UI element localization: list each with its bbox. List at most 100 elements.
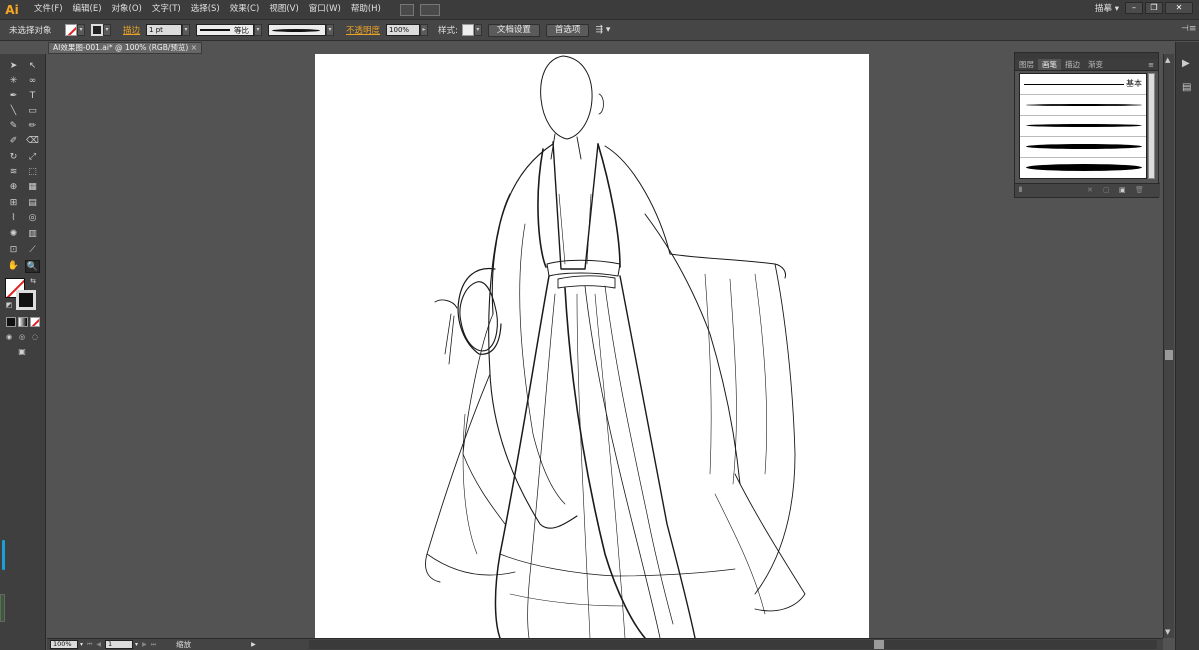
scroll-up-icon[interactable]: ▲ <box>1165 56 1170 64</box>
brush-item-basic[interactable]: 基本 <box>1020 74 1146 95</box>
opacity-panel-link[interactable]: 不透明度 <box>346 24 380 36</box>
brush-options-icon[interactable]: ▢ <box>1103 186 1110 194</box>
pencil-tool-icon[interactable]: ✏ <box>25 120 40 133</box>
brush-item-taper-3[interactable] <box>1020 137 1146 158</box>
first-page-icon[interactable]: ⏮ <box>87 641 92 649</box>
pen-tool-icon[interactable]: ✒ <box>6 90 21 103</box>
horizontal-scrollbar[interactable] <box>309 640 1157 649</box>
align-options-icon[interactable]: ⇶ ▾ <box>595 25 610 35</box>
menu-edit[interactable]: 编辑(E) <box>68 0 107 19</box>
document-info-icon[interactable]: ▤ <box>1182 82 1191 93</box>
brush-item-taper-2[interactable] <box>1020 116 1146 137</box>
delete-brush-icon[interactable]: 🗑 <box>1135 186 1144 194</box>
remove-stroke-icon[interactable]: ✕ <box>1087 186 1093 194</box>
brush-item-taper-4[interactable] <box>1020 158 1146 179</box>
restore-button[interactable]: ❐ <box>1145 2 1163 14</box>
page-dropdown-icon[interactable]: ▾ <box>135 641 138 648</box>
stroke-weight-field[interactable]: 1 pt <box>146 24 183 36</box>
tab-layers[interactable]: 图层 <box>1015 59 1038 70</box>
warp-tool-icon[interactable]: ≋ <box>6 166 21 179</box>
rectangle-tool-icon[interactable]: ▭ <box>25 105 40 118</box>
shape-builder-tool-icon[interactable]: ⊕ <box>6 181 21 194</box>
free-transform-tool-icon[interactable]: ⬚ <box>25 166 40 179</box>
zoom-level-field[interactable]: 100% <box>50 640 78 649</box>
status-menu-icon[interactable]: ▶ <box>251 641 256 648</box>
stroke-color-icon[interactable] <box>16 290 36 310</box>
perspective-grid-tool-icon[interactable]: ▦ <box>25 181 40 194</box>
profile-dropdown-icon[interactable]: ▾ <box>254 24 263 36</box>
close-document-icon[interactable]: × <box>191 43 197 53</box>
scale-tool-icon[interactable]: ⤢ <box>25 151 40 164</box>
workspace-switcher[interactable]: 描摹 ▾ <box>1095 0 1119 19</box>
draw-normal-icon[interactable]: ◉ <box>4 332 14 342</box>
menu-window[interactable]: 窗口(W) <box>304 0 346 19</box>
panel-menu-icon[interactable]: ≡ <box>1148 59 1158 70</box>
blob-brush-tool-icon[interactable]: ✐ <box>6 135 21 148</box>
tab-brushes[interactable]: 画笔 <box>1038 59 1061 70</box>
brush-libraries-icon[interactable]: ⫴ <box>1019 186 1022 195</box>
stroke-swatch[interactable] <box>91 24 103 36</box>
vertical-scroll-thumb[interactable] <box>1165 350 1173 360</box>
graphic-style-dropdown-icon[interactable]: ▾ <box>473 24 482 36</box>
menu-view[interactable]: 视图(V) <box>264 0 303 19</box>
scroll-down-icon[interactable]: ▼ <box>1165 628 1170 636</box>
screen-mode-icon[interactable]: ▣ <box>14 346 30 357</box>
brush-definition[interactable] <box>268 24 327 36</box>
tab-gradient[interactable]: 渐变 <box>1084 59 1107 70</box>
blend-tool-icon[interactable]: ◎ <box>25 212 40 225</box>
variable-width-profile[interactable]: 等比 <box>196 24 255 36</box>
horizontal-scroll-thumb[interactable] <box>874 640 884 649</box>
stroke-weight-dropdown-icon[interactable]: ▾ <box>182 24 191 36</box>
tab-stroke[interactable]: 描边 <box>1061 59 1084 70</box>
opacity-dropdown-icon[interactable]: ▸ <box>420 24 429 36</box>
color-mode-icon[interactable] <box>6 317 16 327</box>
swap-colors-icon[interactable]: ⇆ <box>28 276 38 286</box>
eyedropper-tool-icon[interactable]: ⌇ <box>6 212 21 225</box>
paintbrush-tool-icon[interactable]: ✎ <box>6 120 21 133</box>
gradient-tool-icon[interactable]: ▤ <box>25 197 40 210</box>
brush-list-scrollbar[interactable] <box>1148 73 1155 179</box>
artboard-tool-icon[interactable]: ⊡ <box>6 244 21 257</box>
magic-wand-tool-icon[interactable]: ✳ <box>6 75 21 88</box>
mesh-tool-icon[interactable]: ⊞ <box>6 197 21 210</box>
menu-type[interactable]: 文字(T) <box>147 0 186 19</box>
gradient-mode-icon[interactable] <box>18 317 28 327</box>
new-brush-icon[interactable]: ▣ <box>1119 186 1126 194</box>
canvas-area[interactable] <box>47 54 1163 638</box>
prev-page-icon[interactable]: ◀ <box>96 641 101 648</box>
eraser-tool-icon[interactable]: ⌫ <box>25 135 40 148</box>
preferences-button[interactable]: 首选项 <box>545 23 590 37</box>
last-page-icon[interactable]: ⏭ <box>151 641 156 649</box>
symbol-sprayer-tool-icon[interactable]: ✺ <box>6 228 21 241</box>
selection-tool-icon[interactable]: ➤ <box>6 60 21 73</box>
zoom-tool-icon[interactable]: 🔍 <box>25 260 40 273</box>
zoom-dropdown-icon[interactable]: ▾ <box>80 641 83 648</box>
default-colors-icon[interactable]: ◩ <box>4 300 14 310</box>
slice-tool-icon[interactable]: ⟋ <box>25 244 40 257</box>
artboard-number-field[interactable]: 1 <box>105 640 134 649</box>
brush-dropdown-icon[interactable]: ▾ <box>326 24 335 36</box>
menu-file[interactable]: 文件(F) <box>29 0 68 19</box>
rotate-tool-icon[interactable]: ↻ <box>6 151 21 164</box>
vertical-scrollbar[interactable]: ▲ ▼ <box>1163 54 1174 638</box>
next-page-icon[interactable]: ▶ <box>142 641 147 648</box>
draw-inside-icon[interactable]: ◌ <box>30 332 40 342</box>
document-setup-button[interactable]: 文档设置 <box>487 23 540 37</box>
line-tool-icon[interactable]: ╲ <box>6 105 21 118</box>
fill-dropdown-icon[interactable]: ▾ <box>77 24 85 36</box>
bridge-icon[interactable] <box>399 3 414 16</box>
minimize-button[interactable]: – <box>1125 2 1143 14</box>
dock-grip-icon[interactable]: ⊣≡ <box>1181 24 1196 34</box>
brush-item-taper-1[interactable] <box>1020 95 1146 116</box>
fill-swatch[interactable] <box>65 24 77 36</box>
opacity-field[interactable]: 100% <box>386 24 421 36</box>
play-action-icon[interactable]: ▶ <box>1182 58 1190 69</box>
menu-effect[interactable]: 效果(C) <box>225 0 265 19</box>
menu-help[interactable]: 帮助(H) <box>346 0 386 19</box>
hand-tool-icon[interactable]: ✋ <box>6 260 21 273</box>
stroke-panel-link[interactable]: 描边 <box>123 24 140 36</box>
stroke-dropdown-icon[interactable]: ▾ <box>103 24 111 36</box>
menu-select[interactable]: 选择(S) <box>186 0 225 19</box>
column-graph-tool-icon[interactable]: ▥ <box>25 228 40 241</box>
draw-behind-icon[interactable]: ◎ <box>17 332 27 342</box>
